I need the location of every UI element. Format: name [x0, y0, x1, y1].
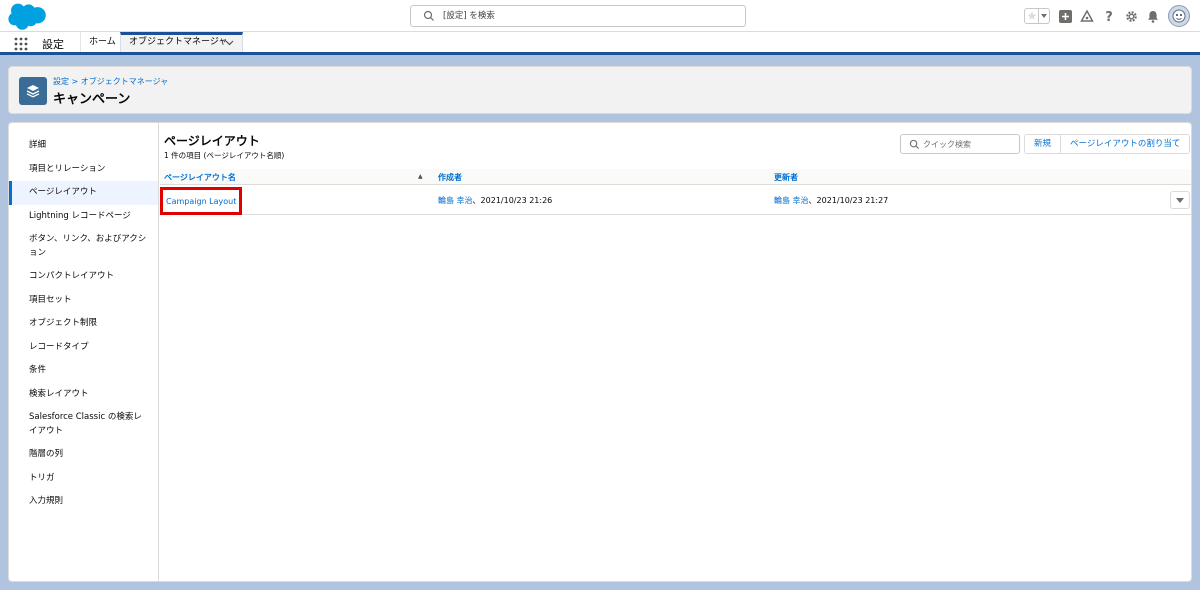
- breadcrumb[interactable]: 設定 > オブジェクトマネージャ: [53, 76, 168, 87]
- layout-name-link[interactable]: Campaign Layout: [166, 197, 236, 206]
- created-date: 、2021/10/23 21:26: [472, 196, 553, 205]
- sort-ascending-icon[interactable]: ▲: [418, 173, 423, 180]
- object-sidebar: 詳細 項目とリレーション ページレイアウト Lightning レコードページ …: [9, 123, 159, 581]
- tab-object-manager[interactable]: オブジェクトマネージャ: [120, 32, 243, 52]
- column-header-created-by[interactable]: 作成者: [438, 172, 462, 183]
- notification-bell-icon[interactable]: [1146, 9, 1160, 23]
- search-icon: [423, 10, 434, 21]
- quick-search-input[interactable]: [923, 137, 1017, 151]
- chevron-down-icon: [1176, 197, 1184, 203]
- sidebar-item-fields-relationships[interactable]: 項目とリレーション: [9, 158, 158, 182]
- salesforce-logo[interactable]: [8, 3, 46, 30]
- column-header-layout-name[interactable]: ページレイアウト名: [164, 172, 236, 183]
- column-header-modified-by[interactable]: 更新者: [774, 172, 798, 183]
- sidebar-item-field-sets[interactable]: 項目セット: [9, 289, 158, 313]
- modified-date: 、2021/10/23 21:27: [808, 196, 889, 205]
- created-by-user-link[interactable]: 輪島 幸治: [438, 196, 473, 205]
- list-title: ページレイアウト: [164, 134, 260, 148]
- favorites-star-icon[interactable]: [1025, 9, 1039, 23]
- created-by-cell: 輪島 幸治、2021/10/23 21:26: [438, 195, 552, 206]
- svg-text:?: ?: [1105, 10, 1113, 23]
- chevron-down-icon[interactable]: [225, 38, 234, 47]
- help-icon[interactable]: ?: [1102, 9, 1116, 23]
- row-actions-dropdown[interactable]: [1170, 191, 1190, 209]
- main-panel: 詳細 項目とリレーション ページレイアウト Lightning レコードページ …: [8, 122, 1192, 582]
- sidebar-item-classic-search-layouts[interactable]: Salesforce Classic の検索レイアウト: [9, 406, 158, 443]
- quick-search-box[interactable]: [900, 134, 1020, 154]
- user-avatar[interactable]: [1168, 5, 1190, 27]
- table-header: ページレイアウト名 ▲ 作成者 更新者: [160, 169, 1191, 185]
- app-launcher-icon[interactable]: [14, 37, 28, 51]
- tab-home[interactable]: ホーム: [80, 32, 124, 52]
- global-search-input[interactable]: [443, 8, 733, 24]
- sidebar-item-object-limits[interactable]: オブジェクト制限: [9, 312, 158, 336]
- global-header: ?: [0, 0, 1200, 32]
- sidebar-item-triggers[interactable]: トリガ: [9, 467, 158, 491]
- table-row: Campaign Layout 輪島 幸治、2021/10/23 21:26 輪…: [160, 185, 1191, 215]
- sidebar-item-validation-rules[interactable]: 入力規則: [9, 490, 158, 514]
- sidebar-item-hierarchy-columns[interactable]: 階層の列: [9, 443, 158, 467]
- object-layers-icon: [19, 77, 47, 105]
- tab-object-manager-label: オブジェクトマネージャ: [129, 37, 228, 47]
- trailhead-icon[interactable]: [1080, 9, 1094, 23]
- page-title: キャンペーン: [53, 92, 131, 107]
- app-name: 設定: [42, 38, 64, 51]
- gear-icon[interactable]: [1124, 9, 1138, 23]
- search-icon: [909, 139, 920, 150]
- sidebar-item-conditions[interactable]: 条件: [9, 359, 158, 383]
- assign-page-layout-button[interactable]: ページレイアウトの割り当て: [1060, 135, 1190, 153]
- sidebar-item-compact-layouts[interactable]: コンパクトレイアウト: [9, 265, 158, 289]
- page-layouts-list: ページレイアウト 1 件の項目 (ページレイアウト名順) 新規 ページレイアウト…: [160, 123, 1191, 581]
- context-bar: 設定 ホーム オブジェクトマネージャ: [0, 32, 1200, 55]
- list-action-buttons: 新規 ページレイアウトの割り当て: [1024, 134, 1191, 154]
- sidebar-item-search-layouts[interactable]: 検索レイアウト: [9, 383, 158, 407]
- page-header: 設定 > オブジェクトマネージャ キャンペーン: [8, 66, 1192, 114]
- sidebar-item-buttons-links-actions[interactable]: ボタン、リンク、およびアクション: [9, 228, 158, 265]
- sidebar-item-record-types[interactable]: レコードタイプ: [9, 336, 158, 360]
- global-search-box[interactable]: [410, 5, 746, 27]
- list-item-count: 1 件の項目 (ページレイアウト名順): [164, 151, 285, 160]
- sidebar-item-page-layouts[interactable]: ページレイアウト: [9, 181, 158, 205]
- highlighted-layout-link-box[interactable]: Campaign Layout: [160, 187, 242, 215]
- sidebar-item-lightning-record-pages[interactable]: Lightning レコードページ: [9, 205, 158, 229]
- sidebar-item-details[interactable]: 詳細: [9, 134, 158, 158]
- favorites-dropdown-icon[interactable]: [1039, 9, 1049, 23]
- favorites-group: [1024, 8, 1050, 24]
- modified-by-user-link[interactable]: 輪島 幸治: [774, 196, 809, 205]
- new-button[interactable]: 新規: [1025, 135, 1061, 153]
- global-create-icon[interactable]: [1058, 9, 1072, 23]
- header-utility-icons: ?: [1024, 5, 1190, 27]
- modified-by-cell: 輪島 幸治、2021/10/23 21:27: [774, 195, 888, 206]
